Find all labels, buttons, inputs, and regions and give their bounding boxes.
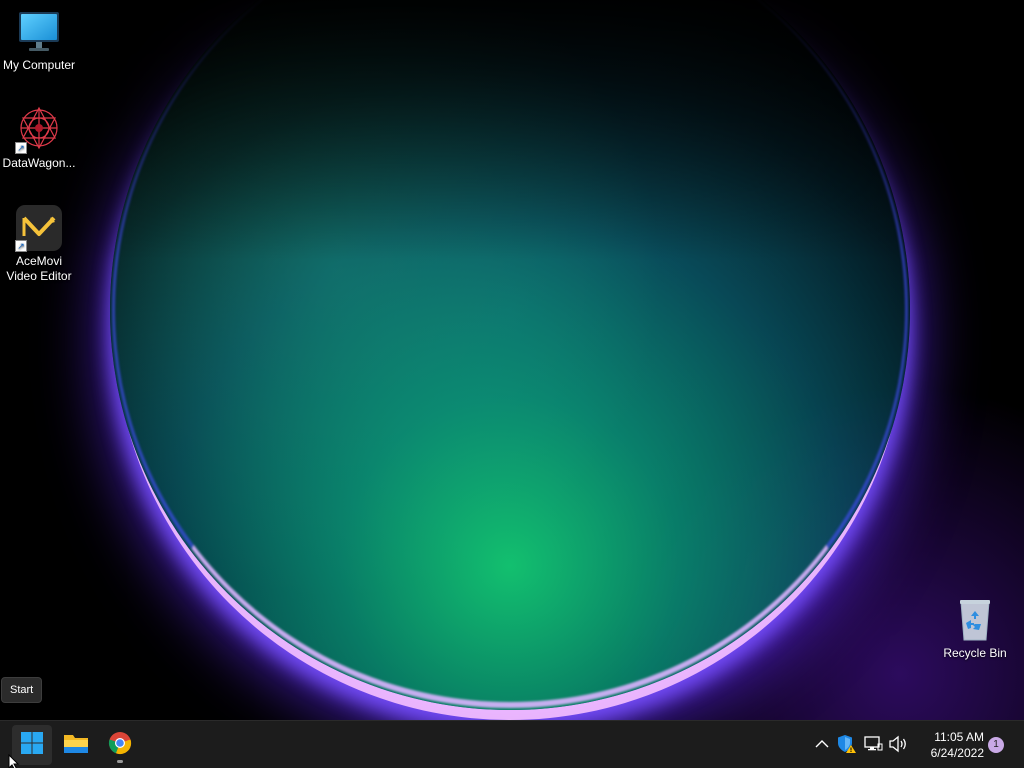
start-tooltip: Start [1, 677, 43, 703]
acemovi-icon: ↗ [15, 204, 63, 252]
volume-icon[interactable] [887, 733, 909, 755]
chrome-icon [108, 731, 132, 760]
security-warning-icon[interactable] [836, 733, 858, 755]
taskbar-file-explorer[interactable] [56, 725, 96, 765]
running-indicator [117, 760, 123, 763]
desktop-icon-label: My Computer [2, 58, 76, 72]
clock-date: 6/24/2022 [930, 746, 984, 760]
desktop-icon-datawagon[interactable]: ↗ DataWagon... [0, 106, 78, 171]
chevron-up-icon[interactable] [811, 733, 833, 755]
recycle-bin-icon [951, 596, 999, 644]
network-icon[interactable] [862, 733, 884, 755]
desktop-icon-label: DataWagon... [2, 156, 76, 170]
shortcut-arrow-icon: ↗ [15, 240, 27, 252]
taskbar: 11:05 AM 6/24/2022 1 [0, 720, 1024, 768]
shortcut-arrow-icon: ↗ [15, 142, 27, 154]
clock-time: 11:05 AM [934, 730, 984, 744]
clock[interactable]: 11:05 AM 6/24/2022 [914, 729, 984, 761]
desktop-icon-label: Recycle Bin [943, 646, 1007, 660]
desktop-icon-acemovi[interactable]: ↗ AceMovi Video Editor [0, 204, 78, 284]
notification-badge[interactable]: 1 [988, 737, 1004, 753]
wallpaper-shade [0, 0, 1024, 260]
desktop-icon-label: AceMovi Video Editor [6, 254, 72, 283]
desktop-icon-my-computer[interactable]: My Computer [0, 8, 78, 73]
desktop: My Computer ↗ DataWagon... ↗ AceMovi Vid… [0, 0, 1024, 768]
mouse-cursor-icon [8, 753, 20, 768]
taskbar-chrome[interactable] [100, 725, 140, 765]
windows-start-icon [20, 731, 44, 760]
monitor-icon [15, 8, 63, 56]
folder-icon [63, 732, 89, 759]
desktop-icon-recycle-bin[interactable]: Recycle Bin [936, 596, 1014, 661]
datawagon-icon: ↗ [15, 106, 63, 154]
